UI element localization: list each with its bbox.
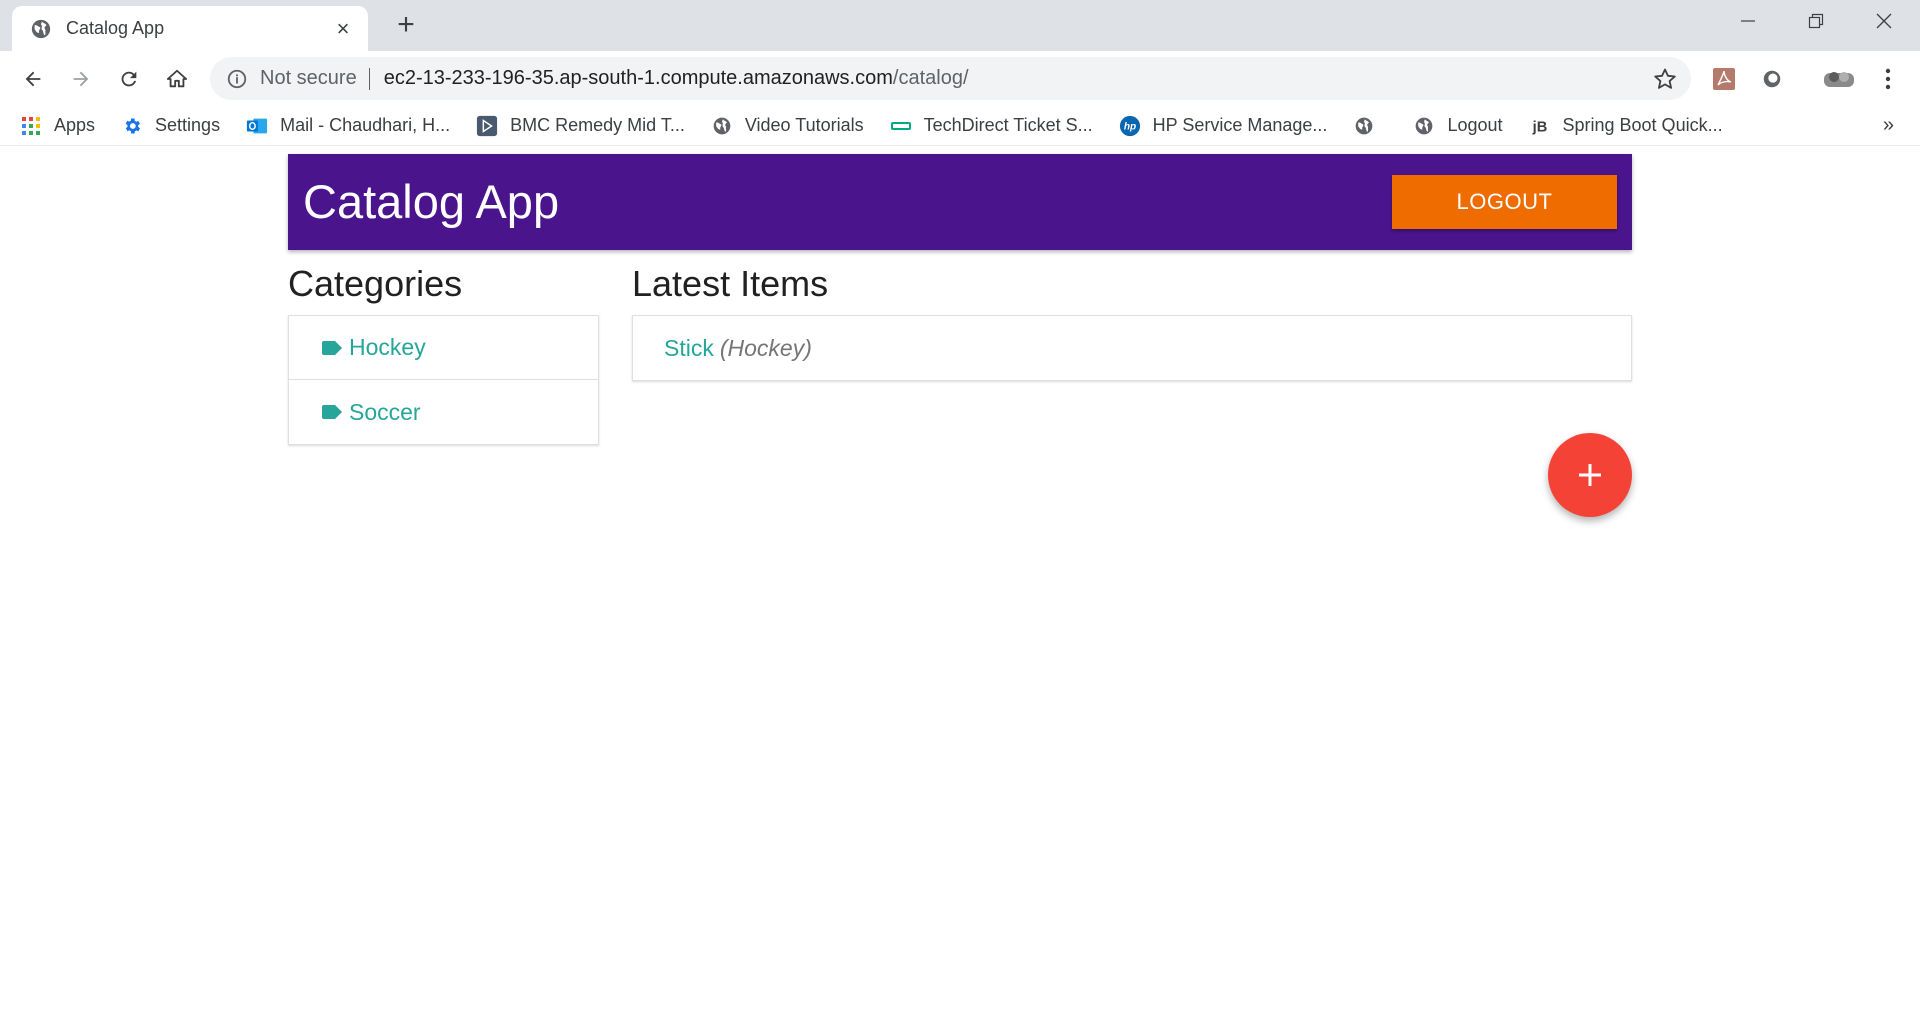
tab-close-icon[interactable]: × [332,16,354,42]
bookmark-star-icon[interactable] [1653,67,1677,91]
acrobat-icon [1713,68,1735,90]
app-title[interactable]: Catalog App [303,174,559,229]
category-item-hockey[interactable]: Hockey [289,316,598,380]
more-vertical-icon [1885,68,1891,90]
tab-title: Catalog App [66,18,165,38]
bookmark-label: BMC Remedy Mid T... [510,115,685,135]
bookmark-spring-boot[interactable]: jB Spring Boot Quick... [1529,115,1723,137]
bookmark-label: Settings [155,115,221,135]
globe-icon [31,19,51,38]
bookmark-apps[interactable]: Apps [20,115,95,137]
omnibox-separator [368,67,370,90]
bookmark-label: Video Tutorials [744,115,864,135]
bookmark-techdirect[interactable]: TechDirect Ticket S... [890,115,1093,137]
gear-icon [121,115,143,137]
restore-icon [1808,13,1824,29]
latest-items-heading: Latest Items [632,263,829,304]
bookmark-mail[interactable]: Mail - Chaudhari, H... [246,115,450,137]
bookmark-settings[interactable]: Settings [121,115,220,137]
bookmark-label: Mail - Chaudhari, H... [280,115,451,135]
security-status[interactable]: Not secure [260,67,357,90]
add-item-button[interactable] [1548,433,1632,517]
bookmark-logout[interactable]: Logout [1413,115,1503,137]
extension-circle-icon [1763,70,1781,88]
outlook-icon [246,115,268,137]
browser-toolbar: Not secure ec2-13-233-196-35.ap-south-1.… [0,51,1920,106]
reload-button[interactable] [112,62,146,96]
minimize-button[interactable] [1714,0,1782,42]
bookmarks-overflow-button[interactable]: » [1883,114,1894,137]
tab-strip: Catalog App × + [0,0,1920,51]
bookmark-label: HP Service Manage... [1152,115,1328,135]
jb-icon: jB [1529,115,1551,137]
list-item[interactable]: Stick (Hockey) [633,316,1631,380]
bookmark-label: Spring Boot Quick... [1562,115,1723,135]
new-tab-button[interactable]: + [390,10,422,42]
app-header: Catalog App LOGOUT [288,154,1632,250]
category-list: Hockey Soccer [288,315,599,445]
url-path: /catalog/ [892,67,969,89]
bookmarks-bar: Apps Settings Mail - Chaudhari, H... BMC… [0,106,1920,146]
home-icon [166,69,188,88]
back-button[interactable] [16,62,50,96]
globe-icon [711,115,733,137]
page-content: Catalog App LOGOUT Categories Latest Ite… [0,146,1920,1020]
pdf-extension-button[interactable] [1710,65,1738,93]
item-category: (Hockey) [719,334,812,361]
category-item-soccer[interactable]: Soccer [289,380,598,444]
latest-items-list: Stick (Hockey) [632,315,1632,381]
label-tag-icon [322,405,342,419]
bookmark-hp-service-manager[interactable]: hp HP Service Manage... [1119,115,1328,137]
plus-icon [1579,464,1601,486]
apps-grid-icon [20,115,42,137]
category-name[interactable]: Soccer [349,399,421,426]
categories-heading: Categories [288,263,463,304]
arrow-left-icon [25,71,41,87]
arrow-right-icon [73,71,89,87]
logout-button[interactable]: LOGOUT [1392,175,1617,229]
browser-menu-button[interactable] [1874,65,1902,93]
bmc-icon [476,115,498,137]
label-tag-icon [322,340,342,355]
close-window-button[interactable] [1850,0,1918,42]
bookmark-label: Apps [54,115,96,135]
home-button[interactable] [160,62,194,96]
reload-icon [121,71,137,87]
globe-icon [1353,115,1375,137]
category-name[interactable]: Hockey [349,334,426,361]
hp-icon: hp [1119,115,1141,137]
techdirect-icon [890,115,912,137]
globe-icon [1413,115,1435,137]
bookmark-video-tutorials[interactable]: Video Tutorials [711,115,864,137]
info-icon[interactable] [226,68,248,90]
avatar-icon [1824,72,1854,87]
item-name[interactable]: Stick [664,335,714,362]
bookmark-globe[interactable] [1353,115,1387,137]
restore-button[interactable] [1782,0,1850,42]
extension-button[interactable] [1758,65,1786,93]
svg-text:hp: hp [1124,121,1136,132]
forward-button[interactable] [64,62,98,96]
browser-tab[interactable]: Catalog App × [12,6,368,51]
bookmark-bmc-remedy[interactable]: BMC Remedy Mid T... [476,115,685,137]
profile-avatar-button[interactable] [1822,65,1856,93]
svg-text:jB: jB [1531,119,1547,135]
bookmark-label: Logout [1447,115,1503,135]
minimize-icon [1741,20,1755,22]
url-host: ec2-13-233-196-35.ap-south-1.compute.ama… [383,67,893,89]
bookmark-label: TechDirect Ticket S... [923,115,1093,135]
close-icon [1876,13,1892,29]
address-bar[interactable]: Not secure ec2-13-233-196-35.ap-south-1.… [210,57,1691,100]
